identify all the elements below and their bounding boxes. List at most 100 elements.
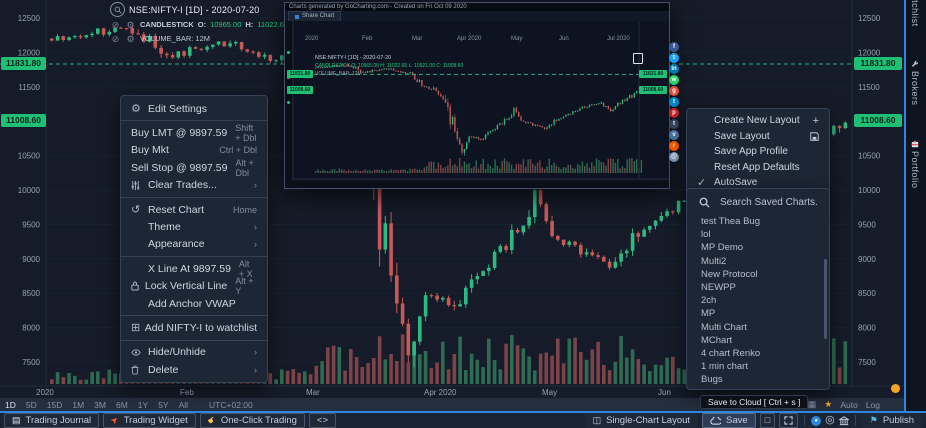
menu-item-x-line[interactable]: X Line At 9897.59 Alt + X (121, 260, 267, 277)
snapshot-month-label: Feb (362, 36, 372, 42)
volume-settings-icon[interactable]: ⚙ (125, 34, 136, 44)
pointer-hand-icon: ☛ (206, 414, 218, 426)
svg-text:Jun: Jun (658, 388, 671, 397)
bank-icon[interactable] (839, 416, 849, 426)
divider (855, 415, 856, 426)
menu-item-delete[interactable]: Delete › (121, 361, 267, 378)
whatsapp-share-icon[interactable]: w (669, 75, 679, 85)
menu-item-reset-chart[interactable]: ↺ Reset Chart Home (121, 201, 267, 218)
favorite-star-icon[interactable]: ★ (824, 399, 832, 410)
saved-charts-panel: test Thea Bug lol MP Demo Multi2 New Pro… (686, 188, 830, 390)
scrollbar-thumb[interactable] (824, 259, 827, 339)
layout-menu: Create New Layout + Save Layout Save App… (686, 108, 830, 196)
saved-chart-item[interactable]: test Thea Bug (687, 215, 829, 228)
pinterest-share-icon[interactable]: p (669, 108, 679, 118)
email-share-icon[interactable]: @ (669, 152, 679, 162)
menu-item-appearance[interactable]: Appearance › (121, 236, 267, 253)
vk-share-icon[interactable]: v (669, 130, 679, 140)
series-settings-icon[interactable]: ⚙ (125, 20, 136, 30)
hide-volume-icon[interactable]: ⊘ (110, 34, 121, 44)
menu-item-create-new-layout[interactable]: Create New Layout + (687, 113, 829, 129)
telegram-share-icon[interactable]: t (669, 97, 679, 107)
save-button[interactable]: Save (702, 413, 756, 428)
price-badge-upper-left: 11831.80 (1, 57, 46, 70)
zoom-icon[interactable] (110, 2, 125, 17)
facebook-share-icon[interactable]: f (669, 42, 679, 52)
menu-item-save-app-profile[interactable]: Save App Profile (687, 144, 829, 160)
menu-item-hide-unhide[interactable]: Hide/Unhide › (121, 344, 267, 361)
saved-chart-item[interactable]: MChart (687, 334, 829, 347)
menu-item-theme[interactable]: Theme › (121, 218, 267, 235)
menu-item-clear-trades[interactable]: Clear Trades... › (121, 177, 267, 194)
menu-item-add-to-watchlist[interactable]: ⊞ Add NIFTY-I to watchlist (121, 319, 267, 336)
menu-item-edit-settings[interactable]: ⚙ Edit Settings (121, 100, 267, 117)
svg-text:9000: 9000 (22, 255, 40, 264)
range-6m[interactable]: 6M (111, 400, 133, 410)
hide-series-icon[interactable]: ⊘ (110, 20, 121, 30)
saved-chart-item[interactable]: 1 min chart (687, 360, 829, 373)
saved-chart-item[interactable]: MP Demo (687, 241, 829, 254)
chart-context-menu: ⚙ Edit Settings Buy LMT @ 9897.59 Shift … (120, 95, 268, 383)
snapshot-badge-current-left: 11008.60 (287, 86, 313, 94)
divider (804, 415, 805, 426)
snapshot-month-label: Apr 2020 (457, 36, 481, 42)
range-3m[interactable]: 3M (89, 400, 111, 410)
range-1y[interactable]: 1Y (133, 400, 153, 410)
one-click-trading-button[interactable]: ☛ One-Click Trading (200, 413, 305, 428)
menu-item-buy-mkt[interactable]: Buy Mkt Ctrl + Dbl (121, 142, 267, 159)
log-scale-toggle[interactable]: Log (866, 400, 880, 410)
twitter-share-icon[interactable]: t (669, 53, 679, 63)
eye-icon (131, 349, 148, 356)
fullscreen-button[interactable] (779, 413, 798, 428)
frame-button[interactable]: □ (760, 413, 775, 428)
timezone-label[interactable]: UTC+02:00 (209, 400, 253, 410)
tab-watchlist[interactable]: Watchlist (906, 0, 924, 27)
publish-button[interactable]: ⚑ Publish (862, 413, 922, 428)
saved-charts-search (687, 189, 829, 215)
range-1m[interactable]: 1M (67, 400, 89, 410)
range-all[interactable]: All (174, 400, 193, 410)
code-button[interactable]: <> (309, 413, 336, 428)
snapshot-badge-upper-left: 11831.80 (287, 70, 313, 78)
snapshot-month-label: Mar (412, 36, 422, 42)
saved-chart-item[interactable]: NEWPP (687, 281, 829, 294)
menu-item-reset-app-defaults[interactable]: Reset App Defaults (687, 160, 829, 176)
range-15d[interactable]: 15D (42, 400, 68, 410)
trading-widget-button[interactable]: ➤ Trading Widget (103, 413, 196, 428)
chat-icon[interactable]: ● (811, 416, 821, 426)
menu-separator (121, 120, 267, 121)
googleplus-share-icon[interactable]: g (669, 86, 679, 96)
linkedin-share-icon[interactable]: in (669, 64, 679, 74)
range-5d[interactable]: 5D (21, 400, 42, 410)
menu-item-buy-lmt[interactable]: Buy LMT @ 9897.59 Shift + Dbl (121, 124, 267, 141)
reddit-share-icon[interactable]: r (669, 141, 679, 151)
tumblr-share-icon[interactable]: t (669, 119, 679, 129)
menu-item-lock-vertical-line[interactable]: Lock Vertical Line Alt + Y (121, 278, 267, 295)
single-chart-layout-button[interactable]: ◫ Single-Chart Layout (585, 413, 698, 428)
tab-portfolio[interactable]: Portfolio (906, 140, 924, 189)
svg-text:9500: 9500 (858, 220, 876, 229)
plus-icon: + (813, 115, 819, 127)
snapshot-copy-icon[interactable] (633, 53, 643, 64)
menu-item-sell-stop[interactable]: Sell Stop @ 9897.59 Alt + Dbl (121, 159, 267, 176)
tab-brokers[interactable]: Brokers (906, 60, 924, 106)
saved-chart-item[interactable]: Multi2 (687, 255, 829, 268)
snapshot-tab[interactable]: Share Chart (288, 11, 341, 21)
saved-chart-item[interactable]: lol (687, 228, 829, 241)
saved-chart-item[interactable]: Multi Chart (687, 321, 829, 334)
auto-scale-toggle[interactable]: Auto (840, 400, 858, 410)
target-icon[interactable]: ◎ (825, 416, 835, 425)
range-1d[interactable]: 1D (0, 400, 21, 410)
menu-item-add-anchor-vwap[interactable]: Add Anchor VWAP (121, 295, 267, 312)
search-input[interactable] (718, 196, 832, 209)
saved-chart-item[interactable]: 2ch (687, 294, 829, 307)
saved-chart-item[interactable]: 4 chart Renko (687, 347, 829, 360)
trading-journal-button[interactable]: ▤ Trading Journal (4, 413, 99, 428)
saved-chart-item[interactable]: MP (687, 307, 829, 320)
range-5y[interactable]: 5Y (153, 400, 173, 410)
grid-settings-icon[interactable]: ▦ (808, 399, 817, 410)
saved-chart-item[interactable]: Bugs (687, 373, 829, 386)
saved-chart-item[interactable]: New Protocol (687, 268, 829, 281)
snapshot-month-label: 2020 (305, 36, 318, 42)
menu-item-save-layout[interactable]: Save Layout (687, 129, 829, 145)
